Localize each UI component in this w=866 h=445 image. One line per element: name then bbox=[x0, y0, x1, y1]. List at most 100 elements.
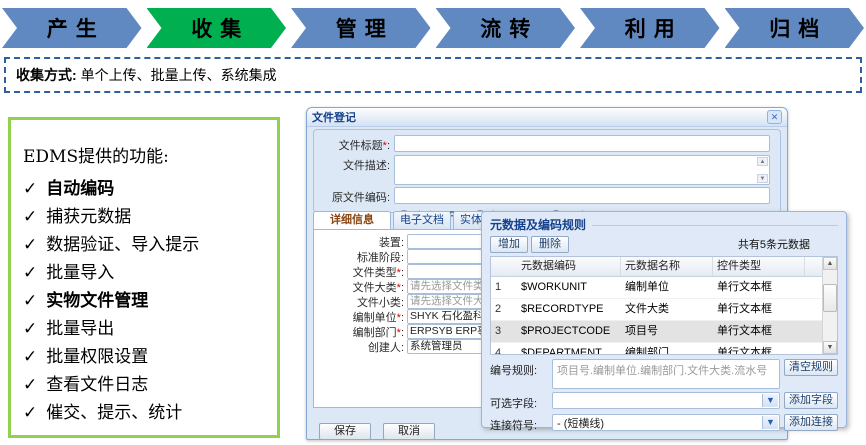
code-cell: $PROJECTCODE bbox=[517, 321, 621, 342]
process-flow: 产生 收集 管理 流转 利用 归档 bbox=[2, 8, 864, 48]
metadata-table-header: 元数据编码 元数据名称 控件类型 bbox=[491, 257, 837, 277]
metadata-rules-panel: 元数据及编码规则 增加 删除 共有5条元数据 元数据编码 元数据名称 控件类型 … bbox=[481, 211, 847, 428]
check-icon: ✓ bbox=[23, 319, 37, 339]
scroll-thumb[interactable] bbox=[823, 284, 837, 312]
rule-label: 编号规则: bbox=[490, 359, 552, 378]
panel-title: 元数据及编码规则 bbox=[490, 216, 586, 233]
detail-field-label: 文件小类*: bbox=[314, 294, 404, 310]
check-icon: ✓ bbox=[23, 347, 37, 367]
flow-step-label: 归档 bbox=[769, 13, 827, 43]
scroll-up-icon[interactable]: ▲ bbox=[823, 257, 837, 270]
feature-text: 查看文件日志 bbox=[46, 375, 148, 395]
feature-item: ✓查看文件日志 bbox=[23, 371, 277, 399]
metadata-table-rows: 1 $WORKUNIT 编制单位 单行文本框 2 $RECORDTYPE 文件大… bbox=[491, 277, 837, 355]
delete-button[interactable]: 删除 bbox=[531, 236, 569, 253]
feature-item: ✓ 催交、提示、统计 bbox=[23, 399, 277, 427]
features-title: EDMS提供的功能: bbox=[23, 142, 277, 167]
type-cell: 单行文本框 bbox=[713, 343, 805, 355]
connector-select[interactable]: - (短横线) ▼ bbox=[552, 414, 780, 431]
feature-text: 批量导出 bbox=[46, 319, 114, 339]
optional-field-select[interactable]: ▼ bbox=[552, 392, 780, 409]
spinner-up-icon[interactable]: ▲ bbox=[757, 157, 768, 166]
flow-step-label: 利用 bbox=[625, 13, 683, 43]
collect-methods-bar: 收集方式: 单个上传、批量上传、系统集成 bbox=[4, 57, 862, 93]
feature-text: 自动编码 bbox=[46, 179, 114, 199]
orig-code-label: 原文件编码: bbox=[316, 187, 390, 205]
tab[interactable]: 详细信息 bbox=[313, 211, 391, 230]
collect-methods-text: 单个上传、批量上传、系统集成 bbox=[81, 65, 277, 85]
feature-item: ✓ 批量导出 bbox=[23, 315, 277, 343]
detail-field-label: 文件大类*: bbox=[314, 279, 404, 295]
detail-field-label: 标准阶段*: bbox=[314, 249, 404, 265]
detail-field-label: 创建人*: bbox=[314, 339, 404, 355]
check-icon: ✓ bbox=[23, 207, 37, 227]
cancel-button[interactable]: 取消 bbox=[383, 423, 435, 440]
row-number-header bbox=[491, 257, 517, 276]
name-cell: 编制单位 bbox=[621, 277, 713, 298]
chevron-down-icon[interactable]: ▼ bbox=[762, 394, 778, 407]
metadata-count: 共有5条元数据 bbox=[738, 236, 838, 252]
code-header[interactable]: 元数据编码 bbox=[517, 257, 621, 276]
check-icon: ✓ bbox=[23, 263, 37, 283]
collect-methods-label: 收集方式: bbox=[16, 65, 77, 85]
flow-step: 流转 bbox=[436, 8, 576, 48]
rule-input[interactable]: 项目号.编制单位.编制部门.文件大类.流水号 bbox=[552, 359, 780, 389]
save-button[interactable]: 保存 bbox=[319, 423, 371, 440]
name-cell: 编制部门 bbox=[621, 343, 713, 355]
detail-field-label: 文件类型*: bbox=[314, 264, 404, 280]
type-header[interactable]: 控件类型 bbox=[713, 257, 805, 276]
file-desc-textarea[interactable]: ▲ ▼ bbox=[394, 155, 770, 185]
feature-text: 批量导入 bbox=[46, 263, 114, 283]
table-row[interactable]: 3 $PROJECTCODE 项目号 单行文本框 bbox=[491, 321, 837, 343]
name-header[interactable]: 元数据名称 bbox=[621, 257, 713, 276]
flow-step-label: 收集 bbox=[191, 13, 249, 43]
feature-item: ✓ 批量权限设置 bbox=[23, 343, 277, 371]
close-icon[interactable]: ✕ bbox=[767, 110, 782, 124]
add-button[interactable]: 增加 bbox=[490, 236, 528, 253]
tab[interactable]: 电子文档 bbox=[393, 211, 451, 230]
feature-item: ✓捕获元数据 bbox=[23, 203, 277, 231]
flow-step-label: 管理 bbox=[336, 13, 394, 43]
file-desc-label: 文件描述: bbox=[316, 155, 390, 173]
connector-value: - (短横线) bbox=[557, 415, 604, 431]
check-icon: ✓ bbox=[23, 403, 37, 423]
add-field-button[interactable]: 添加字段 bbox=[784, 392, 838, 409]
row-number-cell: 4 bbox=[491, 343, 517, 355]
table-row[interactable]: 2 $RECORDTYPE 文件大类 单行文本框 bbox=[491, 299, 837, 321]
flow-step-label: 流转 bbox=[480, 13, 538, 43]
add-connect-button[interactable]: 添加连接 bbox=[784, 414, 838, 431]
code-cell: $RECORDTYPE bbox=[517, 299, 621, 320]
dialog-titlebar[interactable]: 文件登记 ✕ bbox=[307, 108, 787, 127]
scroll-down-icon[interactable]: ▼ bbox=[823, 341, 837, 354]
table-row[interactable]: 4 $DEPARTMENT 编制部门 单行文本框 bbox=[491, 343, 837, 355]
orig-code-input[interactable] bbox=[394, 187, 770, 204]
feature-text: 催交、提示、统计 bbox=[46, 403, 182, 423]
feature-text: 批量权限设置 bbox=[46, 347, 148, 367]
type-cell: 单行文本框 bbox=[713, 321, 805, 342]
check-icon: ✓ bbox=[23, 235, 37, 255]
detail-field-label: 装置*: bbox=[314, 234, 404, 250]
table-row[interactable]: 1 $WORKUNIT 编制单位 单行文本框 bbox=[491, 277, 837, 299]
clear-rule-button[interactable]: 清空规则 bbox=[784, 359, 838, 376]
code-cell: $DEPARTMENT bbox=[517, 343, 621, 355]
file-title-input[interactable] bbox=[394, 135, 770, 152]
dialog-tabs: 详细信息 电子文档 实体文 bbox=[313, 211, 500, 230]
chevron-down-icon[interactable]: ▼ bbox=[762, 416, 778, 429]
flow-step: 利用 bbox=[580, 8, 720, 48]
spinner-down-icon[interactable]: ▼ bbox=[757, 174, 768, 183]
file-title-label: 文件标题*: bbox=[316, 135, 390, 153]
type-cell: 单行文本框 bbox=[713, 299, 805, 320]
connector-label: 连接符号: bbox=[490, 414, 552, 433]
optional-field-label: 可选字段: bbox=[490, 392, 552, 411]
panel-title-rule bbox=[592, 225, 838, 226]
metadata-table: 元数据编码 元数据名称 控件类型 1 $WORKUNIT 编制单位 单行文本框 … bbox=[490, 256, 838, 355]
name-cell: 文件大类 bbox=[621, 299, 713, 320]
row-number-cell: 2 bbox=[491, 299, 517, 320]
panel-toolbar: 增加 删除 共有5条元数据 bbox=[490, 235, 838, 253]
feature-item: ✓自动编码 bbox=[23, 175, 277, 203]
code-cell: $WORKUNIT bbox=[517, 277, 621, 298]
features-list: ✓自动编码 ✓捕获元数据 ✓数据验证、导入提示 ✓批量导入 ✓实物文件管理 bbox=[23, 175, 277, 427]
table-scrollbar[interactable]: ▲ ▼ bbox=[822, 257, 837, 354]
flow-step: 归档 bbox=[725, 8, 865, 48]
detail-field-label: 编制单位*: bbox=[314, 309, 404, 325]
